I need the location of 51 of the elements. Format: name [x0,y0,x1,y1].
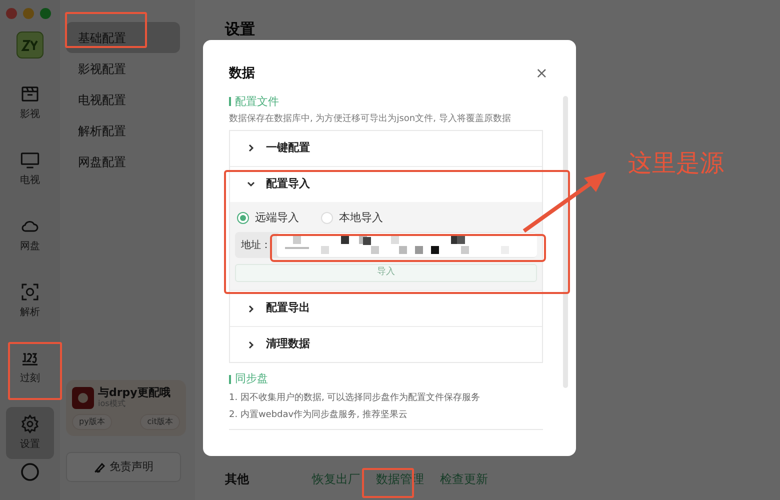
settings-menu-item[interactable]: 影视配置 [66,53,180,84]
settings-menu-item[interactable]: 解析配置 [66,115,180,146]
nav-item[interactable]: 影视 [6,77,54,129]
address-label: 地址： [240,238,272,252]
radio-button[interactable] [237,212,249,224]
sync-note: 2. 内置webdav作为同步盘服务, 推荐坚果云 [229,409,408,422]
annotation-text: 这里是源 [628,148,724,179]
sync-note: 1. 因不收集用户的数据, 可以选择同步盘作为配置文件保存服务 [229,392,482,404]
dialog-title: 数据 [229,65,255,83]
section-description: 数据保存在数据库中, 为方便迁移可导出为json文件, 导入将覆盖原数据 [229,113,512,126]
chevron-down-icon [246,179,256,189]
promo-title: 与drpy更配哦 [98,386,170,399]
page-title: 设置 [225,19,256,40]
nav-item[interactable]: 解析 [6,275,54,327]
refresh-icon[interactable] [20,462,40,482]
chevron-right-icon [246,304,256,314]
settings-link[interactable]: 检查更新 [437,466,491,492]
nav-item[interactable]: 过刻 [6,341,54,393]
section-heading: 配置文件 [235,94,279,110]
accordion-header[interactable]: 清理数据 [230,327,542,362]
accordion-header[interactable]: 配置导出 [230,291,542,326]
tv-icon [20,150,40,170]
settings-link[interactable]: 恢复出厂 [309,466,363,492]
radio-option[interactable]: 远端导入 [237,210,299,226]
disclaimer-button[interactable]: 免责声明 [66,452,181,482]
section-heading: 同步盘 [235,371,268,387]
settings-icon [20,414,40,434]
clapperboard-icon [20,84,40,104]
section-label: 其他 [225,471,249,488]
radio-option[interactable]: 本地导入 [321,210,383,226]
highlight-frame [8,342,62,400]
chevron-right-icon [246,340,256,350]
app-badge-icon [72,386,94,408]
close-button[interactable]: × [535,66,548,82]
scrollbar[interactable] [563,96,568,388]
accordion-header[interactable]: 配置导入 [230,166,542,202]
settings-menu-item[interactable]: 电视配置 [66,84,180,115]
highlight-frame [362,468,414,498]
address-field[interactable] [277,233,537,257]
version-button[interactable]: cit版本 [140,414,180,430]
accordion-header[interactable]: 一键配置 [230,130,542,166]
chevron-right-icon [246,143,256,153]
nav-item[interactable]: 设置 [6,407,54,459]
nav-item[interactable]: 电视 [6,143,54,195]
signature-pen-icon [94,461,106,473]
app-logo [16,31,44,59]
settings-menu-item[interactable]: 网盘配置 [66,146,180,177]
scan-icon [20,282,40,302]
version-button[interactable]: py版本 [72,414,112,430]
nav-item[interactable]: 网盘 [6,209,54,261]
settings-menu-item[interactable]: 基础配置 [66,22,180,53]
